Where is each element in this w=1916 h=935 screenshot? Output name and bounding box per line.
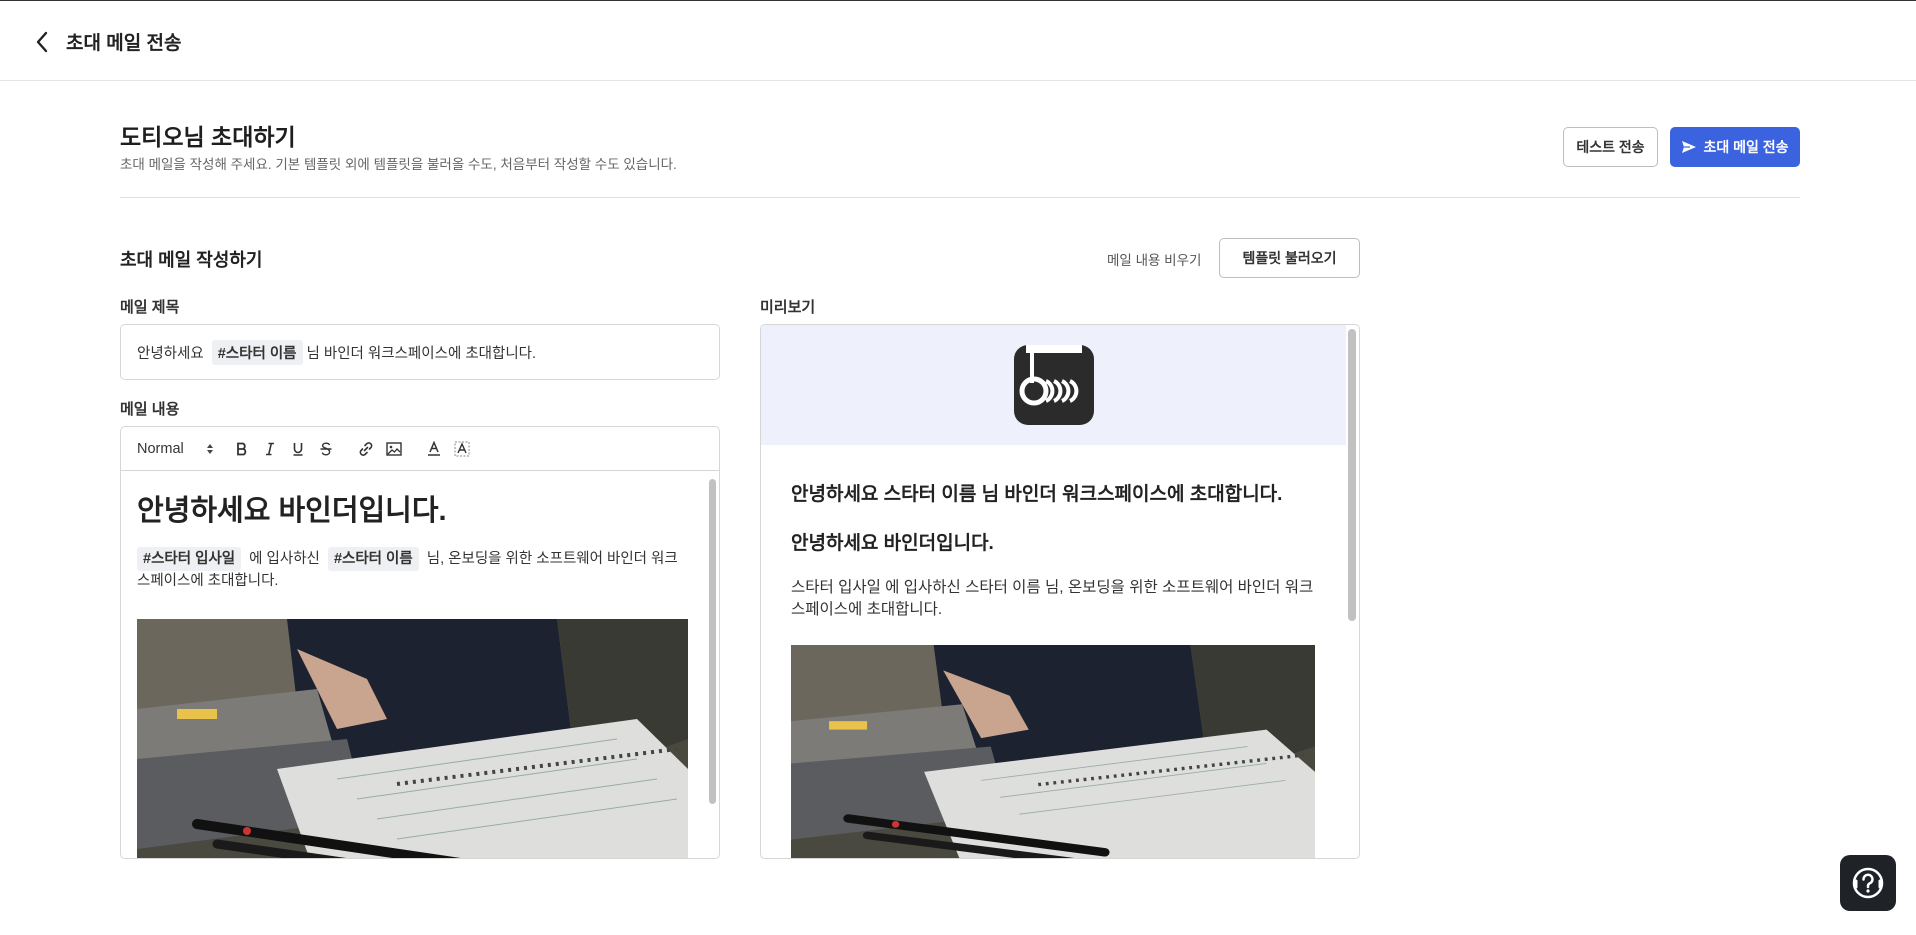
back-button[interactable] (28, 29, 56, 55)
preview-panel: 안녕하세요 스타터 이름 님 바인더 워크스페이스에 초대합니다. 안녕하세요 … (760, 324, 1360, 859)
help-button[interactable] (1840, 855, 1896, 911)
editor-scrollbar[interactable] (708, 475, 717, 854)
preview-subject: 안녕하세요 스타터 이름 님 바인더 워크스페이스에 초대합니다. (791, 484, 1283, 505)
editor-image[interactable] (137, 619, 688, 858)
underline-icon (293, 442, 303, 456)
editor-heading: 안녕하세요 바인더입니다. (137, 495, 447, 527)
italic-icon (265, 442, 274, 455)
background-color-button[interactable] (448, 435, 476, 463)
link-button[interactable] (352, 435, 380, 463)
page-title: 도티오님 초대하기 (120, 124, 296, 150)
editor-toolbar: Normal (121, 427, 719, 471)
bold-icon (236, 442, 246, 455)
link-icon (359, 441, 373, 456)
editor-content[interactable]: 안녕하세요 바인더입니다. #스타터 입사일 에 입사하신 #스타터 이름 님,… (121, 471, 705, 858)
strikethrough-icon (320, 441, 332, 456)
compose-title: 초대 메일 작성하기 (120, 250, 263, 270)
format-select[interactable]: Normal (137, 441, 214, 457)
binder-logo-icon (1013, 345, 1094, 425)
preview-label: 미리보기 (760, 299, 816, 316)
preview-heading: 안녕하세요 바인더입니다. (791, 533, 994, 554)
notebook-photo-preview (791, 645, 1315, 858)
notebook-photo (137, 619, 688, 858)
starter-name-tag: #스타터 이름 (211, 339, 303, 365)
subject-label: 메일 제목 (120, 299, 180, 316)
test-send-button[interactable]: 테스트 전송 (1563, 127, 1658, 167)
italic-button[interactable] (256, 435, 284, 463)
paper-plane-icon (1682, 141, 1697, 153)
updown-icon (206, 443, 213, 454)
preview-scroll-thumb[interactable] (1348, 329, 1356, 621)
starter-name-tag-body: #스타터 이름 (327, 547, 419, 571)
send-invite-label: 초대 메일 전송 (1703, 139, 1789, 155)
text-color-icon (427, 440, 440, 456)
image-button[interactable] (380, 435, 408, 463)
question-icon (1852, 867, 1884, 899)
editor-scroll-thumb[interactable] (709, 479, 716, 804)
underline-button[interactable] (284, 435, 312, 463)
content-label: 메일 내용 (120, 401, 180, 418)
editor-text-1: 에 입사하신 (249, 551, 320, 567)
load-template-button[interactable]: 템플릿 불러오기 (1219, 238, 1360, 278)
image-icon (386, 441, 402, 456)
section-divider (120, 197, 1800, 198)
preview-header (761, 325, 1346, 445)
preview-image (791, 645, 1315, 858)
subject-text-before: 안녕하세요 (137, 345, 204, 362)
preview-body: 안녕하세요 스타터 이름 님 바인더 워크스페이스에 초대합니다. 안녕하세요 … (791, 445, 1315, 858)
preview-paragraph: 스타터 입사일 에 입사하신 스타터 이름 님, 온보딩을 위한 소프트웨어 바… (791, 579, 1314, 618)
start-date-tag: #스타터 입사일 (137, 547, 242, 571)
format-select-value: Normal (137, 440, 184, 457)
strike-button[interactable] (312, 435, 340, 463)
clear-content-link[interactable]: 메일 내용 비우기 (1107, 249, 1201, 269)
editor-paragraph: #스타터 입사일 에 입사하신 #스타터 이름 님, 온보딩을 위한 소프트웨어… (137, 547, 689, 591)
subject-input[interactable]: 안녕하세요 #스타터 이름 님 바인더 워크스페이스에 초대합니다. (120, 324, 720, 380)
subject-text-after: 님 바인더 워크스페이스에 초대합니다. (306, 345, 537, 362)
top-bar: 초대 메일 전송 (0, 0, 1916, 81)
text-color-button[interactable] (420, 435, 448, 463)
page-subtitle: 초대 메일을 작성해 주세요. 기본 템플릿 외에 템플릿을 불러올 수도, 처… (120, 157, 677, 172)
bold-button[interactable] (228, 435, 256, 463)
header-title: 초대 메일 전송 (66, 33, 182, 54)
preview-scrollbar[interactable] (1347, 327, 1357, 856)
chevron-left-icon (36, 31, 48, 53)
background-color-icon (454, 441, 470, 456)
send-invite-button[interactable]: 초대 메일 전송 (1670, 127, 1800, 167)
content-editor[interactable]: Normal 안녕하세요 바인더입니다. #스타터 입사일 에 입사하신 #스타… (120, 426, 720, 859)
